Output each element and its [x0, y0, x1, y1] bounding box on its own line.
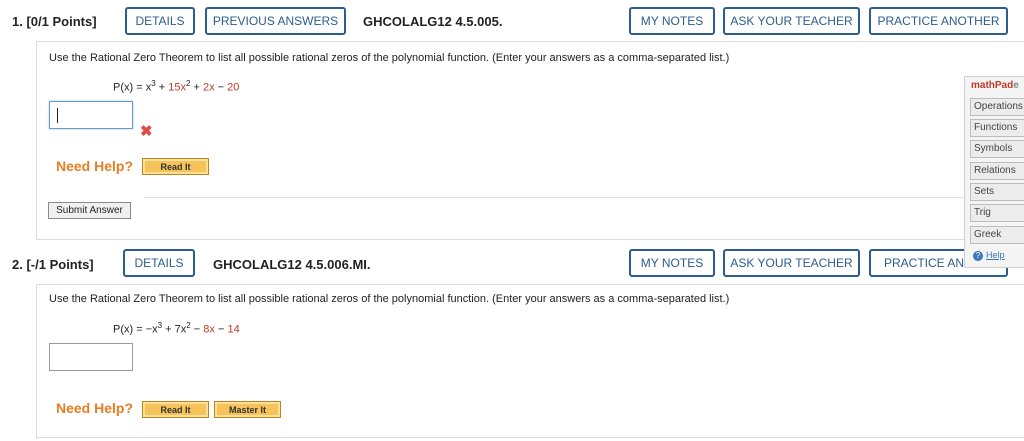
mathpad-help-label: Help: [986, 250, 1005, 260]
poly-exp: 2: [186, 321, 191, 330]
mathpad-title-tail: e: [1013, 80, 1019, 91]
question1-body: [36, 41, 1024, 240]
question1-points: [0/1 Points]: [26, 14, 97, 29]
question2-number: 2.: [12, 257, 23, 272]
poly-op: −: [217, 81, 225, 94]
poly-exp: 3: [151, 79, 156, 88]
question1-answer-input[interactable]: [49, 101, 133, 129]
poly-term: 7x: [174, 323, 187, 336]
mathpad-greek-tab[interactable]: Greek: [970, 226, 1024, 244]
question2-polynomial: P(x) = −x3 + 7x2 − 8x − 14: [113, 321, 240, 336]
ask-your-teacher-button[interactable]: ASK YOUR TEACHER: [723, 7, 860, 35]
question2-header: 2. [-/1 Points] DETAILS GHCOLALG12 4.5.0…: [0, 242, 1024, 282]
practice-another-button[interactable]: PRACTICE ANOTHER: [869, 7, 1008, 35]
poly-exp: 2: [185, 79, 191, 88]
poly-op: +: [165, 323, 172, 336]
poly-lhs: P(x) = −x: [113, 323, 158, 336]
poly-term: 14: [227, 323, 240, 336]
ask-your-teacher-button[interactable]: ASK YOUR TEACHER: [723, 249, 860, 277]
poly-op: +: [158, 81, 166, 94]
poly-term: 8x: [203, 323, 215, 336]
text-caret: [57, 108, 58, 123]
submit-answer-button[interactable]: Submit Answer: [48, 202, 131, 219]
help-icon: ?: [973, 251, 983, 261]
read-it-button[interactable]: Read It: [142, 158, 209, 175]
divider: [144, 197, 968, 198]
read-it-button[interactable]: Read It: [142, 401, 209, 418]
question1-number-points: 1. [0/1 Points]: [12, 14, 97, 29]
mathpad-operations-tab[interactable]: Operations: [970, 98, 1024, 116]
question1-header: 1. [0/1 Points] DETAILS PREVIOUS ANSWERS…: [0, 0, 1024, 40]
question1-need-help: Need Help?: [56, 158, 134, 174]
question1-code: GHCOLALG12 4.5.005.: [363, 14, 503, 29]
poly-lhs: P(x) = x: [113, 81, 152, 94]
mathpad-sets-tab[interactable]: Sets: [970, 183, 1024, 201]
incorrect-x-icon: ✖: [140, 123, 153, 140]
mathpad-symbols-tab[interactable]: Symbols: [970, 140, 1024, 158]
details-button[interactable]: DETAILS: [123, 249, 195, 277]
master-it-button[interactable]: Master It: [214, 401, 281, 418]
poly-term: 20: [227, 81, 240, 94]
question1-polynomial: P(x) = x3 + 15x2 + 2x − 20: [113, 79, 239, 94]
poly-op: −: [217, 323, 225, 336]
previous-answers-button[interactable]: PREVIOUS ANSWERS: [205, 7, 346, 35]
question2-answer-input[interactable]: [49, 343, 133, 371]
question2-need-help: Need Help?: [56, 400, 134, 416]
mathpad-help-link[interactable]: ? Help: [973, 250, 1005, 261]
my-notes-button[interactable]: MY NOTES: [629, 7, 715, 35]
question1-prompt: Use the Rational Zero Theorem to list al…: [49, 52, 730, 64]
mathpad-panel: mathPade Operations Functions Symbols Re…: [964, 76, 1024, 268]
details-button[interactable]: DETAILS: [125, 7, 195, 35]
poly-exp: 3: [157, 321, 163, 330]
question2-code: GHCOLALG12 4.5.006.MI.: [213, 257, 371, 272]
mathpad-trig-tab[interactable]: Trig: [970, 204, 1024, 222]
mathpad-title: mathPade: [971, 80, 1019, 91]
poly-op: +: [193, 81, 200, 94]
poly-op: −: [193, 323, 201, 336]
mathpad-functions-tab[interactable]: Functions: [970, 119, 1024, 137]
my-notes-button[interactable]: MY NOTES: [629, 249, 715, 277]
poly-term: 15x: [168, 81, 186, 94]
question2-number-points: 2. [-/1 Points]: [12, 257, 94, 272]
mathpad-relations-tab[interactable]: Relations: [970, 162, 1024, 180]
question2-points: [-/1 Points]: [26, 257, 94, 272]
question1-number: 1.: [12, 14, 23, 29]
poly-term: 2x: [202, 81, 215, 94]
question2-prompt: Use the Rational Zero Theorem to list al…: [49, 293, 730, 305]
mathpad-title-main: mathPad: [971, 80, 1014, 91]
